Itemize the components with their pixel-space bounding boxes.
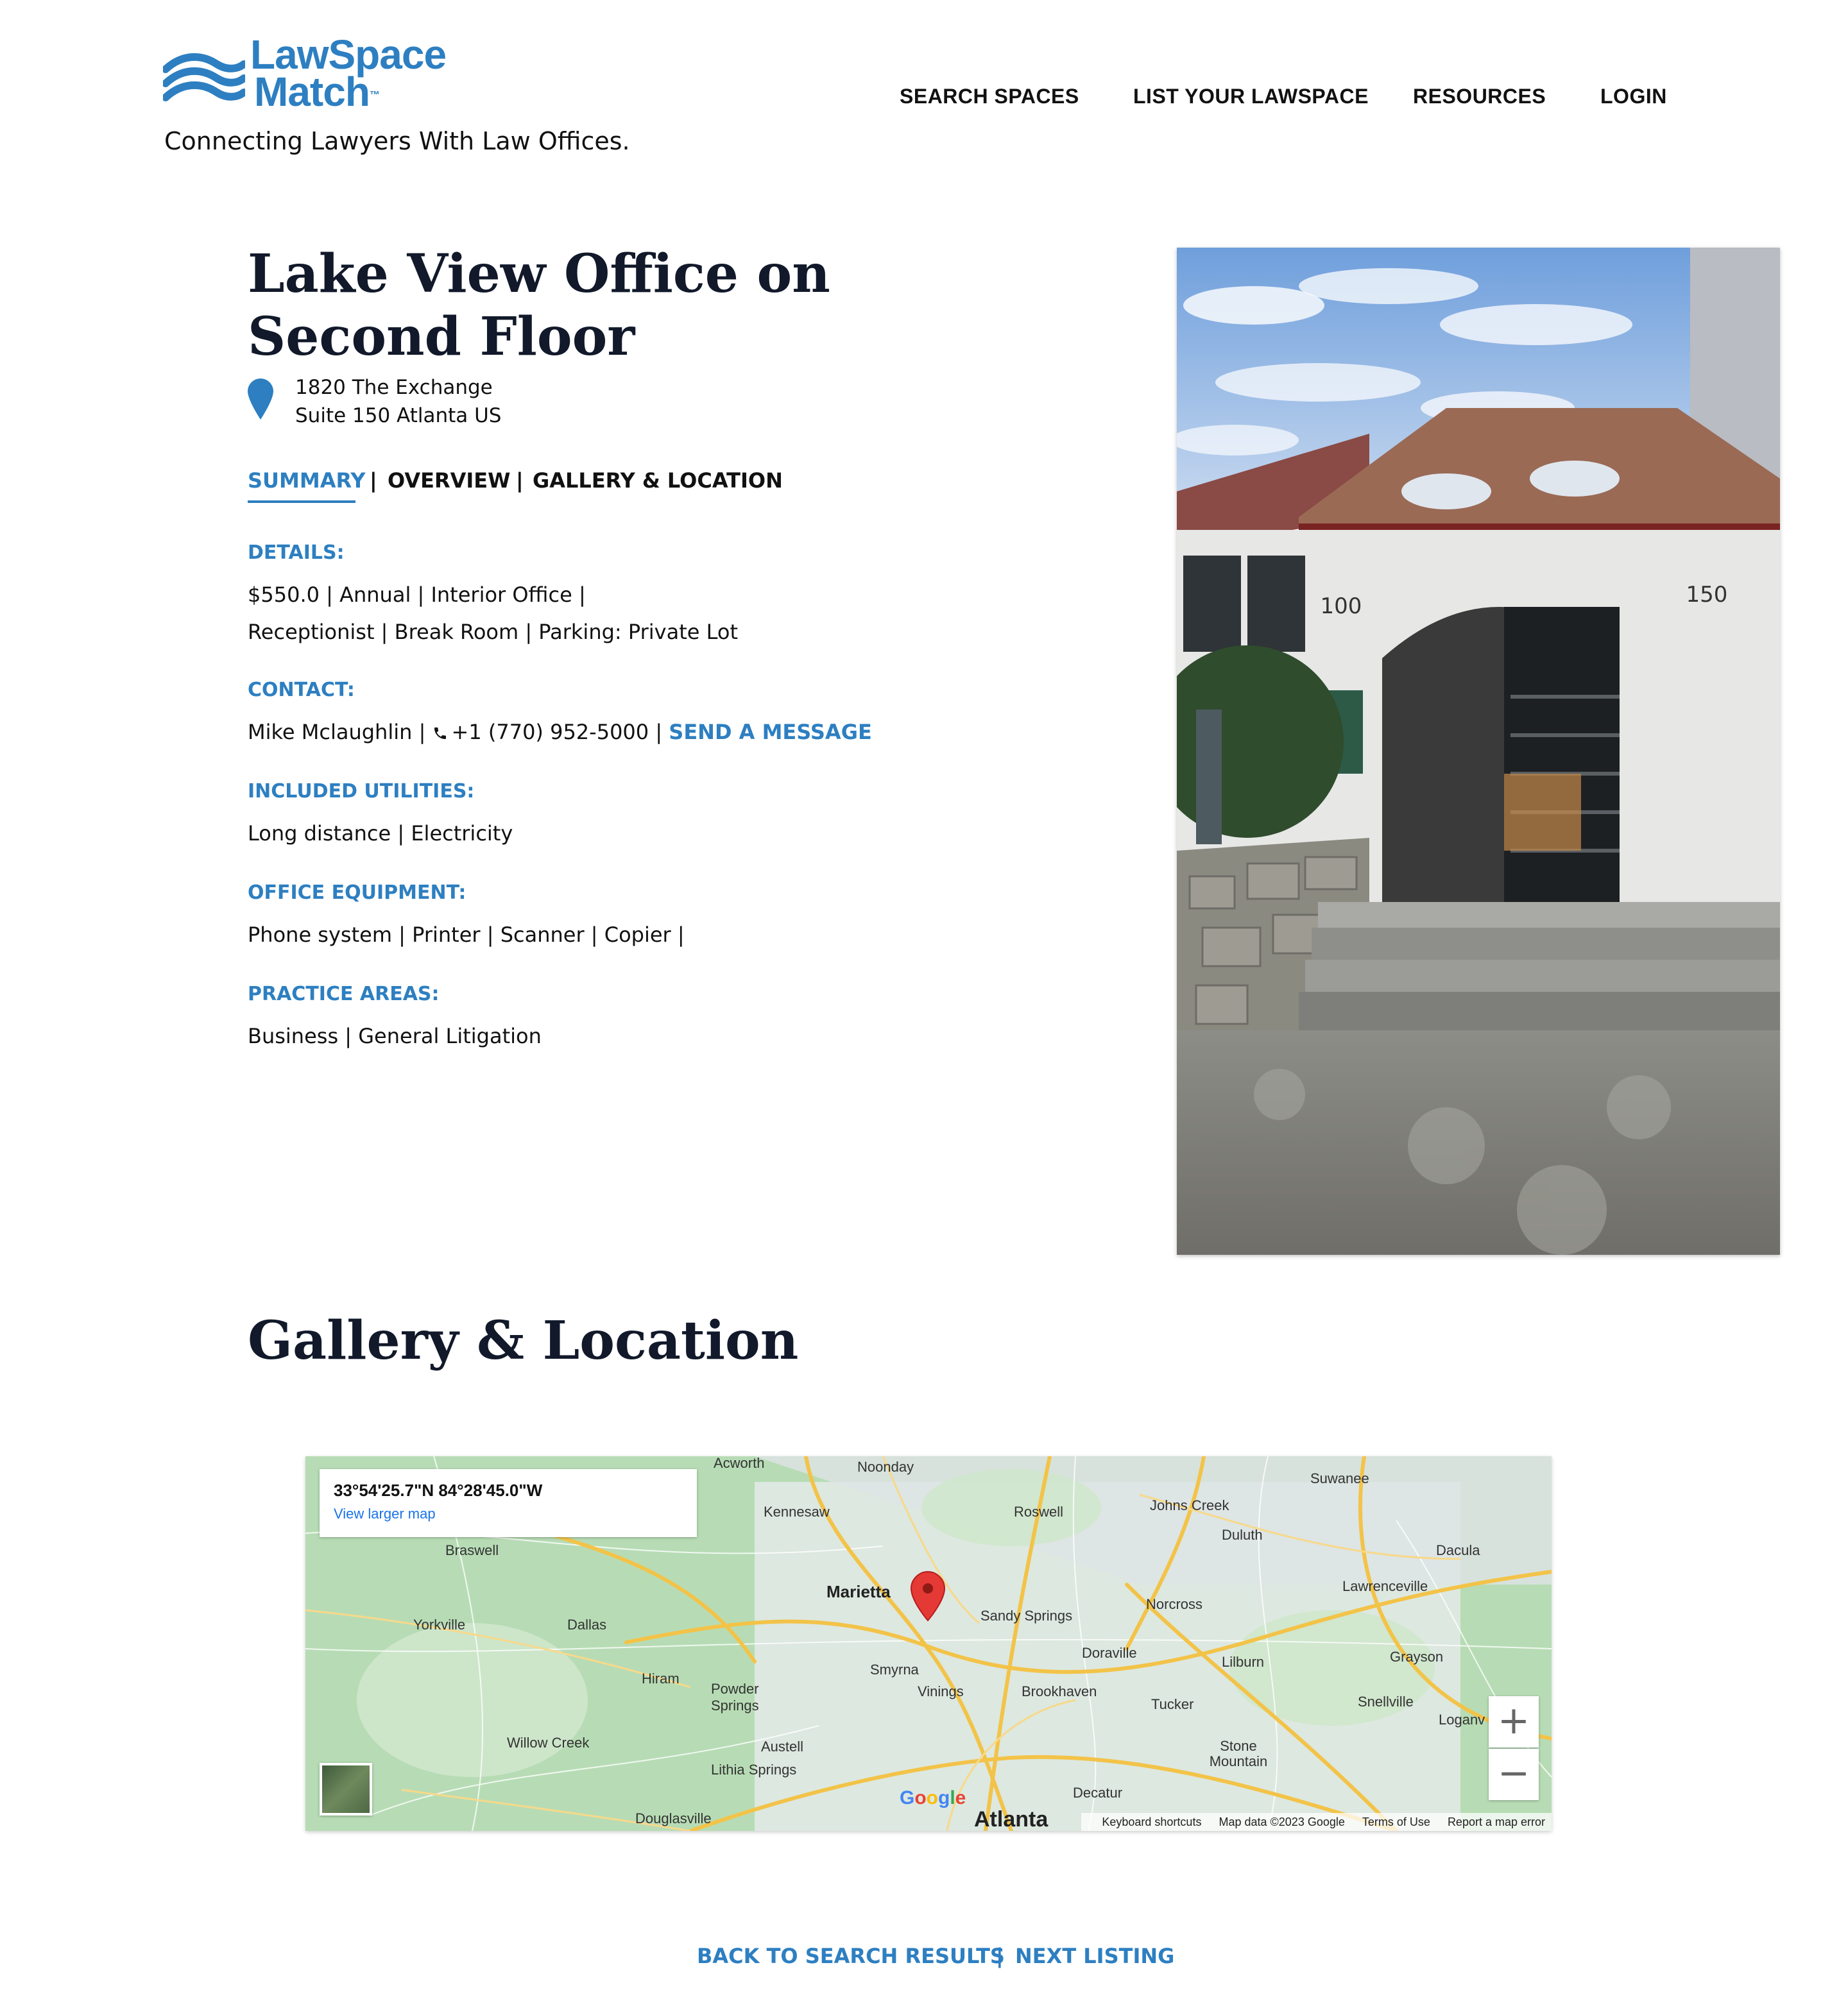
map-place: Doraville [1082, 1645, 1137, 1661]
tab-overview[interactable]: OVERVIEW [388, 468, 510, 493]
utilities-value: Long distance | Electricity [248, 821, 513, 846]
zoom-in-button[interactable]: + [1489, 1696, 1539, 1748]
map-place: Vinings [918, 1683, 964, 1699]
report-map-error-link[interactable]: Report a map error [1448, 1816, 1545, 1828]
map-place: Lithia Springs [711, 1762, 797, 1778]
map-place: Yorkville [413, 1617, 466, 1633]
tagline: Connecting Lawyers With Law Offices. [164, 127, 630, 155]
brand-logo[interactable]: LawSpace Match™ [163, 34, 471, 119]
office-entrance-illustration: 100 150 [1177, 248, 1780, 1255]
phone-icon [434, 727, 446, 739]
location-map[interactable]: Acworth Noonday Suwanee Kennesaw Roswell… [305, 1456, 1552, 1831]
photo-unit-100: 100 [1321, 593, 1362, 619]
logo-wordmark: LawSpace Match™ [250, 34, 447, 112]
map-place: Marietta [826, 1582, 891, 1601]
active-tab-underline [248, 500, 355, 503]
map-place: Sandy Springs [980, 1608, 1073, 1624]
map-place: Willow Creek [507, 1735, 590, 1751]
equipment-value: Phone system | Printer | Scanner | Copie… [248, 923, 685, 947]
keyboard-shortcuts-link[interactable]: Keyboard shortcuts [1102, 1816, 1201, 1828]
tab-summary[interactable]: SUMMARY [248, 468, 366, 493]
map-place: Grayson [1390, 1649, 1444, 1665]
equipment-label: OFFICE EQUIPMENT: [248, 881, 466, 904]
map-place: Lawrenceville [1342, 1578, 1428, 1594]
address-line-2: Suite 150 Atlanta US [295, 404, 502, 427]
photo-unit-150: 150 [1686, 582, 1728, 608]
map-data-credit: Map data ©2023 Google [1219, 1816, 1345, 1828]
map-place: Snellville [1358, 1694, 1414, 1710]
tab-separator: | [370, 468, 377, 493]
map-place: Roswell [1014, 1504, 1064, 1520]
listing-title: Lake View Office on Second Floor [248, 243, 830, 368]
practice-areas-label: PRACTICE AREAS: [248, 983, 440, 1005]
map-place: Kennesaw [764, 1504, 830, 1520]
nav-resources[interactable]: RESOURCES [1413, 85, 1546, 108]
contact-phone[interactable]: +1 (770) 952-5000 | [452, 720, 663, 744]
map-place: Acworth [714, 1456, 765, 1471]
gallery-location-heading: Gallery & Location [248, 1310, 799, 1372]
map-place: Loganv [1439, 1712, 1485, 1728]
map-place: Dacula [1436, 1542, 1480, 1558]
map-place: Douglasville [635, 1810, 712, 1826]
map-place: Suwanee [1310, 1470, 1369, 1486]
map-place: Stone Mountain [1209, 1738, 1268, 1769]
map-place: Decatur [1073, 1785, 1123, 1801]
next-listing-link[interactable]: NEXT LISTING [1015, 1944, 1174, 1968]
view-larger-map-link[interactable]: View larger map [334, 1506, 683, 1522]
terms-of-use-link[interactable]: Terms of Use [1362, 1816, 1430, 1828]
contact-label: CONTACT: [248, 679, 355, 701]
listing-photo[interactable]: 100 150 [1177, 248, 1780, 1255]
listing-page: LawSpace Match™ Connecting Lawyers With … [0, 0, 1848, 1999]
utilities-label: INCLUDED UTILITIES: [248, 780, 475, 803]
nav-list-your-lawspace[interactable]: LIST YOUR LAWSPACE [1133, 85, 1369, 108]
nav-search-spaces[interactable]: SEARCH SPACES [900, 85, 1079, 108]
map-place: Lilburn [1222, 1654, 1265, 1670]
map-info-card: 33°54'25.7"N 84°28'45.0"W View larger ma… [320, 1469, 697, 1537]
map-place: Duluth [1222, 1527, 1263, 1543]
contact-row: Mike Mclaughlin | +1 (770) 952-5000 | SE… [248, 720, 872, 744]
tab-separator: | [516, 468, 524, 493]
map-place: Tucker [1151, 1696, 1194, 1712]
details-label: DETAILS: [248, 541, 345, 564]
wave-logo-icon [163, 53, 245, 101]
address-line-1: 1820 The Exchange [295, 376, 493, 399]
map-attribution-bar: Keyboard shortcuts Map data ©2023 Google… [1081, 1813, 1552, 1831]
map-place-atlanta: Atlanta [974, 1807, 1048, 1831]
zoom-out-button[interactable]: − [1489, 1749, 1539, 1800]
tab-gallery-location[interactable]: GALLERY & LOCATION [533, 468, 783, 493]
map-place: Brookhaven [1022, 1683, 1097, 1699]
map-place: Johns Creek [1150, 1497, 1229, 1513]
map-place: Powder Springs [711, 1681, 759, 1714]
logo-line2: Match [254, 69, 370, 115]
map-place: Norcross [1146, 1596, 1203, 1612]
satellite-view-toggle[interactable] [320, 1763, 372, 1816]
back-to-search-results-link[interactable]: BACK TO SEARCH RESULTS [697, 1944, 1005, 1968]
map-coordinates: 33°54'25.7"N 84°28'45.0"W [334, 1481, 543, 1500]
practice-areas-value: Business | General Litigation [248, 1024, 542, 1048]
map-place: Dallas [567, 1617, 607, 1633]
listing-address: 1820 The Exchange Suite 150 Atlanta US [295, 373, 502, 430]
location-pin-icon [248, 379, 273, 420]
map-place: Braswell [445, 1542, 499, 1558]
send-message-link[interactable]: SEND A MESSAGE [669, 720, 872, 744]
footer-link-separator: | [996, 1944, 1004, 1968]
map-place: Noonday [857, 1459, 914, 1475]
map-place: Hiram [642, 1671, 680, 1687]
contact-name: Mike Mclaughlin | [248, 720, 426, 744]
details-line-1: $550.0 | Annual | Interior Office | [248, 583, 586, 607]
trademark-mark: ™ [369, 90, 380, 101]
google-logo: Google [900, 1787, 966, 1808]
map-place: Smyrna [870, 1662, 919, 1678]
nav-login[interactable]: LOGIN [1600, 85, 1667, 108]
details-line-2: Receptionist | Break Room | Parking: Pri… [248, 620, 738, 644]
map-place: Austell [761, 1739, 804, 1755]
